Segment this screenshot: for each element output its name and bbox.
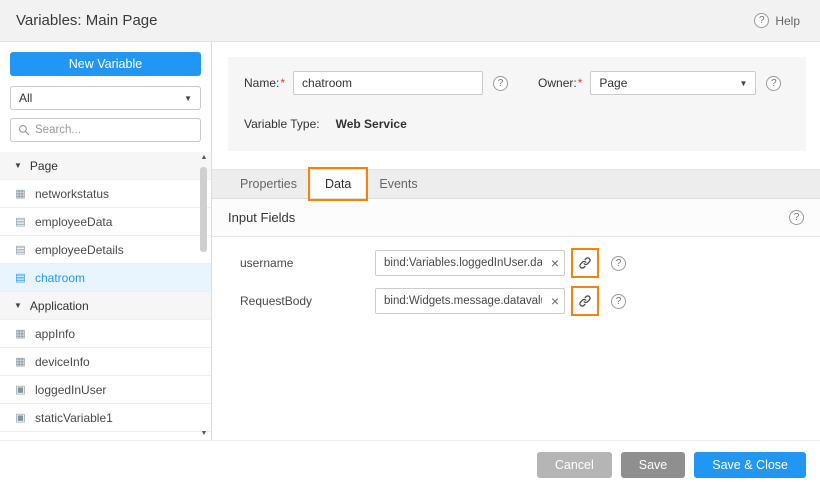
collapse-caret-icon: ▼ — [14, 161, 22, 170]
tree-item-label: staticVariable1 — [35, 411, 113, 425]
tree-item-label: employeeDetails — [35, 243, 124, 257]
variable-type-icon: ▣ — [14, 411, 27, 424]
footer-actions: Cancel Save Save & Close — [0, 440, 820, 489]
tab-bar: Properties Data Events — [212, 169, 820, 199]
required-marker: * — [280, 76, 285, 90]
tree-group-page[interactable]: ▼ Page — [0, 152, 211, 180]
field-label: RequestBody — [240, 294, 375, 308]
scrollbar-thumb[interactable] — [200, 167, 207, 252]
form-row-top: Name:* ? Owner:* Page ▼ ? — [244, 71, 790, 95]
tree-item-loggedinuser[interactable]: ▣ loggedInUser — [0, 376, 211, 404]
chevron-down-icon: ▼ — [739, 79, 747, 88]
filter-value: All — [19, 91, 32, 105]
variable-tree: ▼ Page ▦ networkstatus ▤ employeeData ▤ … — [0, 152, 211, 440]
bind-input-wrap: × — [375, 250, 565, 276]
save-button[interactable]: Save — [621, 452, 686, 478]
variable-type-icon: ▦ — [14, 187, 27, 200]
filter-dropdown[interactable]: All ▼ — [10, 86, 201, 110]
main-panel: Name:* ? Owner:* Page ▼ ? Variable Type:… — [212, 42, 820, 440]
tree-item-label: appInfo — [35, 327, 75, 341]
owner-group: Owner:* Page ▼ ? — [538, 71, 781, 95]
tree-item-deviceinfo[interactable]: ▦ deviceInfo — [0, 348, 211, 376]
bind-value-input[interactable] — [375, 250, 565, 276]
variable-form: Name:* ? Owner:* Page ▼ ? Variable Type:… — [228, 57, 806, 151]
search-box — [10, 118, 201, 142]
collapse-caret-icon: ▼ — [14, 301, 22, 310]
clear-icon[interactable]: × — [551, 256, 559, 270]
form-row-type: Variable Type: Web Service — [244, 117, 790, 131]
tree-item-staticvariable1[interactable]: ▣ staticVariable1 — [0, 404, 211, 432]
page-title: Variables: Main Page — [16, 12, 157, 29]
link-icon — [578, 256, 592, 270]
input-field-row-requestbody: RequestBody × ? — [212, 282, 820, 320]
owner-value: Page — [599, 76, 627, 90]
variable-type-icon: ▦ — [14, 355, 27, 368]
input-fields-list: username × ? RequestBody × — [212, 237, 820, 327]
tree-group-label: Page — [30, 159, 58, 173]
link-icon — [578, 294, 592, 308]
tree-item-label: loggedInUser — [35, 383, 106, 397]
tab-properties[interactable]: Properties — [226, 170, 311, 198]
chevron-down-icon: ▼ — [184, 94, 192, 103]
sidebar: New Variable All ▼ ▼ Page ▦ networkstatu… — [0, 42, 212, 440]
tree-item-appinfo[interactable]: ▦ appInfo — [0, 320, 211, 348]
search-input[interactable] — [35, 124, 193, 136]
tab-events[interactable]: Events — [365, 170, 431, 198]
tree-item-label: networkstatus — [35, 187, 109, 201]
help-link[interactable]: ? Help — [754, 13, 800, 28]
tree-item-networkstatus[interactable]: ▦ networkstatus — [0, 180, 211, 208]
header: Variables: Main Page ? Help — [0, 0, 820, 42]
name-label: Name:* — [244, 76, 285, 90]
tree-item-label: chatroom — [35, 271, 85, 285]
tree-item-chatroom-selected[interactable]: ▤ chatroom — [0, 264, 211, 292]
name-input[interactable] — [293, 71, 483, 95]
bind-input-wrap: × — [375, 288, 565, 314]
help-icon[interactable]: ? — [493, 76, 508, 91]
variable-type-label: Variable Type: — [244, 117, 320, 131]
variable-type-icon: ▦ — [14, 327, 27, 340]
bind-value-input[interactable] — [375, 288, 565, 314]
bind-link-button[interactable] — [574, 251, 596, 275]
variable-type-icon: ▤ — [14, 271, 27, 284]
tree-item-employeedetails[interactable]: ▤ employeeDetails — [0, 236, 211, 264]
section-title: Input Fields — [228, 210, 295, 225]
variable-type-icon: ▤ — [14, 215, 27, 228]
scroll-down-icon[interactable]: ▼ — [201, 430, 208, 437]
input-fields-header: Input Fields ? — [212, 199, 820, 237]
tab-label: Data — [325, 177, 351, 191]
tab-data[interactable]: Data — [311, 170, 365, 198]
help-icon: ? — [754, 13, 769, 28]
cancel-button[interactable]: Cancel — [537, 452, 612, 478]
required-marker: * — [578, 76, 583, 90]
save-close-button[interactable]: Save & Close — [694, 452, 806, 478]
help-icon[interactable]: ? — [766, 76, 781, 91]
new-variable-button[interactable]: New Variable — [10, 52, 201, 76]
sidebar-controls: New Variable All ▼ — [0, 42, 211, 142]
input-field-row-username: username × ? — [212, 244, 820, 282]
tab-label: Properties — [240, 177, 297, 191]
help-icon[interactable]: ? — [611, 294, 626, 309]
data-tab-panel: Input Fields ? username × ? RequestBody — [212, 199, 820, 327]
owner-dropdown[interactable]: Page ▼ — [590, 71, 756, 95]
tree-group-label: Application — [30, 299, 89, 313]
sidebar-scrollbar[interactable]: ▲ ▼ — [199, 154, 209, 437]
bind-link-button[interactable] — [574, 289, 596, 313]
tree-group-application[interactable]: ▼ Application — [0, 292, 211, 320]
variable-type-icon: ▣ — [14, 383, 27, 396]
tree-item-label: employeeData — [35, 215, 112, 229]
help-icon[interactable]: ? — [789, 210, 804, 225]
field-label: username — [240, 256, 375, 270]
help-icon[interactable]: ? — [611, 256, 626, 271]
variable-type-icon: ▤ — [14, 243, 27, 256]
tab-label: Events — [379, 177, 417, 191]
owner-label: Owner:* — [538, 76, 582, 90]
clear-icon[interactable]: × — [551, 294, 559, 308]
tree-item-employeedata[interactable]: ▤ employeeData — [0, 208, 211, 236]
help-label: Help — [775, 14, 800, 28]
variable-type-value: Web Service — [336, 117, 407, 131]
tree-item-label: deviceInfo — [35, 355, 90, 369]
search-icon — [18, 124, 30, 136]
scroll-up-icon[interactable]: ▲ — [201, 154, 208, 161]
